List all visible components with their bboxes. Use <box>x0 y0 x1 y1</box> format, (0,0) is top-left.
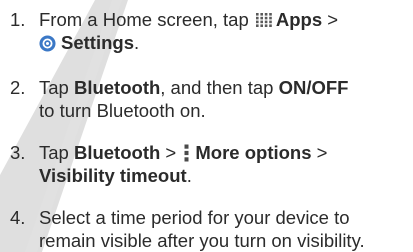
more-options-label: More options <box>195 142 312 163</box>
step-2-number: 2. <box>10 77 26 98</box>
step-3-line-1: Tap Bluetooth > More options > <box>39 141 410 164</box>
step-3-text-b: > <box>160 142 182 163</box>
step-3-text: Tap Bluetooth > More options > Visibilit… <box>39 141 410 187</box>
on-off-label: ON/OFF <box>278 77 349 98</box>
step-2-line-1: Tap Bluetooth, and then tap ON/OFF <box>39 76 410 99</box>
step-3-text-c: > <box>311 142 328 163</box>
step-1-text-b: > <box>322 9 339 30</box>
step-1-text-c: . <box>133 32 140 53</box>
step-1-line-1: From a Home screen, tap Apps > <box>39 8 410 31</box>
settings-label: Settings <box>61 32 134 53</box>
bluetooth-label: Bluetooth <box>73 77 161 98</box>
step-1-line-2: Settings. <box>39 31 410 54</box>
apps-grid-icon <box>255 13 272 27</box>
step-2-line-2: to turn Bluetooth on. <box>39 100 206 121</box>
step-3-text-d: . <box>186 165 192 186</box>
visibility-timeout-label: Visibility timeout <box>39 165 187 186</box>
step-2-text-b: , and then tap <box>160 77 279 98</box>
step-1-text-a: From a Home screen, tap <box>39 9 254 30</box>
settings-gear-icon <box>39 35 56 52</box>
step-3-line-2: Visibility timeout. <box>39 164 410 187</box>
step-4-number: 4. <box>10 207 26 228</box>
step-1-text: From a Home screen, tap Apps > Settings. <box>39 8 410 54</box>
step-4-text: Select a time period for your device to … <box>39 206 410 252</box>
more-options-icon <box>184 144 189 162</box>
step-4-line-2: remain visible after you turn on visibil… <box>39 230 365 251</box>
step-1-number: 1. <box>10 9 26 30</box>
step-2-text: Tap Bluetooth, and then tap ON/OFF to tu… <box>39 76 410 122</box>
step-4-line-1: Select a time period for your device to <box>39 207 350 228</box>
step-3-text-a: Tap <box>39 142 74 163</box>
step-3-number: 3. <box>10 142 26 163</box>
apps-label: Apps <box>275 9 323 30</box>
step-2-text-a: Tap <box>39 77 74 98</box>
bluetooth-label-2: Bluetooth <box>73 142 161 163</box>
